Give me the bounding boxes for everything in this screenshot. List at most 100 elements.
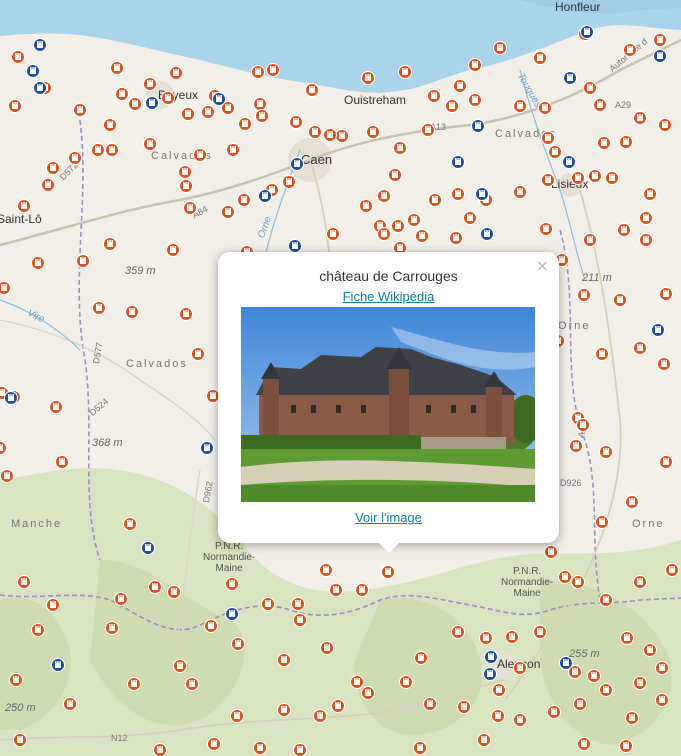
castle-marker-icon[interactable] — [619, 135, 633, 149]
castle-marker-icon[interactable] — [625, 495, 639, 509]
fortress-marker-icon[interactable] — [559, 656, 573, 670]
castle-marker-icon[interactable] — [513, 661, 527, 675]
castle-marker-icon[interactable] — [17, 199, 31, 213]
castle-marker-icon[interactable] — [533, 625, 547, 639]
castle-marker-icon[interactable] — [449, 231, 463, 245]
castle-marker-icon[interactable] — [377, 227, 391, 241]
castle-marker-icon[interactable] — [173, 659, 187, 673]
fortress-marker-icon[interactable] — [288, 239, 302, 253]
castle-marker-icon[interactable] — [659, 455, 673, 469]
fortress-marker-icon[interactable] — [212, 92, 226, 106]
castle-marker-icon[interactable] — [658, 118, 672, 132]
castle-marker-icon[interactable] — [541, 173, 555, 187]
castle-marker-icon[interactable] — [255, 109, 269, 123]
castle-marker-icon[interactable] — [49, 400, 63, 414]
castle-marker-icon[interactable] — [167, 585, 181, 599]
castle-marker-icon[interactable] — [620, 631, 634, 645]
castle-marker-icon[interactable] — [605, 171, 619, 185]
castle-marker-icon[interactable] — [427, 89, 441, 103]
fortress-marker-icon[interactable] — [200, 441, 214, 455]
fortress-marker-icon[interactable] — [562, 155, 576, 169]
castle-marker-icon[interactable] — [587, 669, 601, 683]
castle-marker-icon[interactable] — [595, 515, 609, 529]
castle-marker-icon[interactable] — [179, 307, 193, 321]
castle-marker-icon[interactable] — [633, 676, 647, 690]
castle-marker-icon[interactable] — [513, 99, 527, 113]
castle-marker-icon[interactable] — [393, 141, 407, 155]
castle-marker-icon[interactable] — [493, 41, 507, 55]
castle-marker-icon[interactable] — [185, 677, 199, 691]
castle-marker-icon[interactable] — [313, 709, 327, 723]
castle-marker-icon[interactable] — [428, 193, 442, 207]
castle-marker-icon[interactable] — [547, 705, 561, 719]
fortress-marker-icon[interactable] — [651, 323, 665, 337]
castle-marker-icon[interactable] — [599, 593, 613, 607]
castle-marker-icon[interactable] — [277, 653, 291, 667]
castle-marker-icon[interactable] — [291, 597, 305, 611]
wikipedia-link[interactable]: Fiche Wikipédia — [218, 289, 559, 304]
castle-marker-icon[interactable] — [505, 630, 519, 644]
castle-marker-icon[interactable] — [639, 211, 653, 225]
castle-marker-icon[interactable] — [544, 545, 558, 559]
castle-marker-icon[interactable] — [492, 683, 506, 697]
castle-marker-icon[interactable] — [103, 118, 117, 132]
castle-marker-icon[interactable] — [538, 101, 552, 115]
castle-marker-icon[interactable] — [73, 103, 87, 117]
fortress-marker-icon[interactable] — [33, 81, 47, 95]
castle-marker-icon[interactable] — [571, 171, 585, 185]
castle-marker-icon[interactable] — [599, 445, 613, 459]
castle-marker-icon[interactable] — [361, 71, 375, 85]
castle-marker-icon[interactable] — [477, 733, 491, 747]
castle-marker-icon[interactable] — [569, 439, 583, 453]
castle-marker-icon[interactable] — [293, 743, 307, 756]
castle-marker-icon[interactable] — [225, 577, 239, 591]
castle-marker-icon[interactable] — [293, 613, 307, 627]
fortress-marker-icon[interactable] — [475, 187, 489, 201]
castle-marker-icon[interactable] — [114, 592, 128, 606]
castle-marker-icon[interactable] — [633, 341, 647, 355]
castle-marker-icon[interactable] — [153, 743, 167, 756]
castle-marker-icon[interactable] — [237, 193, 251, 207]
castle-marker-icon[interactable] — [178, 165, 192, 179]
castle-marker-icon[interactable] — [193, 148, 207, 162]
castle-marker-icon[interactable] — [571, 575, 585, 589]
castle-marker-icon[interactable] — [597, 136, 611, 150]
fortress-marker-icon[interactable] — [483, 667, 497, 681]
castle-marker-icon[interactable] — [415, 229, 429, 243]
castle-marker-icon[interactable] — [613, 293, 627, 307]
castle-marker-icon[interactable] — [355, 583, 369, 597]
castle-marker-icon[interactable] — [183, 201, 197, 215]
castle-marker-icon[interactable] — [588, 169, 602, 183]
fortress-marker-icon[interactable] — [141, 541, 155, 555]
fortress-marker-icon[interactable] — [145, 96, 159, 110]
castle-marker-icon[interactable] — [123, 517, 137, 531]
fortress-marker-icon[interactable] — [451, 155, 465, 169]
castle-marker-icon[interactable] — [573, 697, 587, 711]
castle-marker-icon[interactable] — [148, 580, 162, 594]
castle-marker-icon[interactable] — [143, 77, 157, 91]
castle-marker-icon[interactable] — [63, 697, 77, 711]
castle-marker-icon[interactable] — [655, 693, 669, 707]
castle-marker-icon[interactable] — [335, 129, 349, 143]
fortress-marker-icon[interactable] — [26, 64, 40, 78]
castle-marker-icon[interactable] — [457, 700, 471, 714]
castle-marker-icon[interactable] — [326, 227, 340, 241]
castle-marker-icon[interactable] — [414, 651, 428, 665]
castle-marker-icon[interactable] — [541, 131, 555, 145]
castle-marker-icon[interactable] — [289, 115, 303, 129]
castle-marker-icon[interactable] — [625, 711, 639, 725]
castle-marker-icon[interactable] — [181, 107, 195, 121]
castle-marker-icon[interactable] — [643, 643, 657, 657]
castle-marker-icon[interactable] — [407, 213, 421, 227]
castle-marker-icon[interactable] — [533, 51, 547, 65]
view-image-link[interactable]: Voir l'image — [218, 510, 559, 525]
castle-marker-icon[interactable] — [105, 143, 119, 157]
castle-marker-icon[interactable] — [221, 205, 235, 219]
castle-marker-icon[interactable] — [639, 233, 653, 247]
castle-marker-icon[interactable] — [319, 563, 333, 577]
castle-marker-icon[interactable] — [11, 50, 25, 64]
castle-marker-icon[interactable] — [238, 117, 252, 131]
castle-marker-icon[interactable] — [633, 575, 647, 589]
castle-marker-icon[interactable] — [399, 675, 413, 689]
castle-marker-icon[interactable] — [127, 677, 141, 691]
